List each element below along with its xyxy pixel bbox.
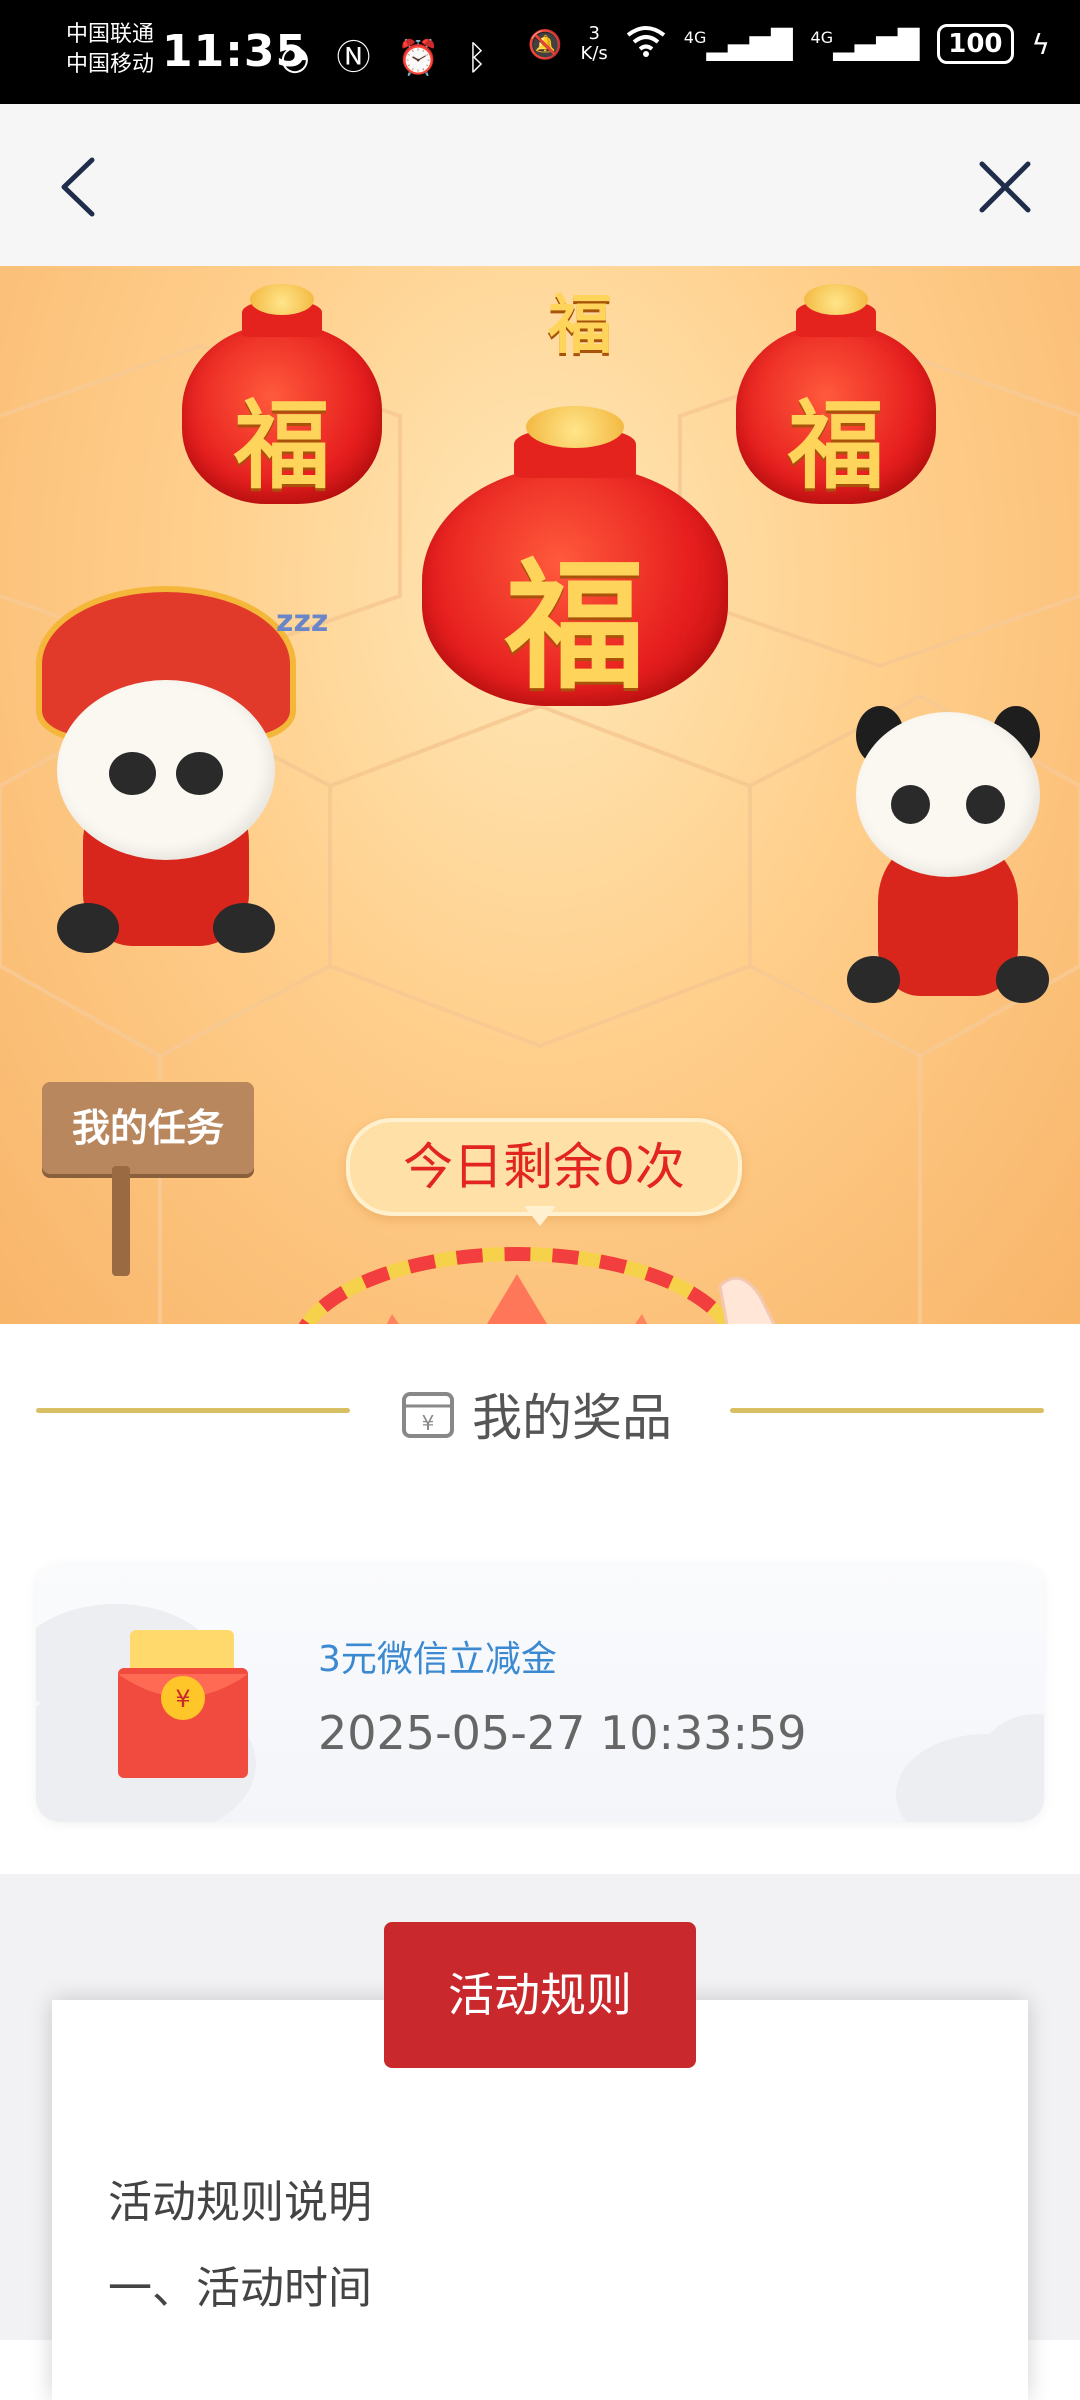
battery-indicator: 100 <box>937 24 1014 64</box>
speedometer-icon: ◔ <box>280 38 318 78</box>
bubble-tail <box>524 1206 556 1226</box>
prize-header: ¥ 我的奖品 <box>0 1378 1080 1447</box>
close-icon <box>979 161 1031 213</box>
carrier-2: 中国移动 <box>66 52 155 77</box>
carrier-1: 中国联通 <box>66 22 155 47</box>
prize-name: 3元微信立减金 <box>318 1639 557 1680</box>
signal-icon-1: 4G▂▄▆█ <box>683 27 793 61</box>
status-bar: 中国联通 中国移动 11:35 ◔ Ⓝ ⏰ ᛒ 🔕 3 K/s 4G▂▄▆█ 4… <box>0 0 1080 104</box>
prize-section: ¥ 我的奖品 ¥ 3元微信立减金 2025-05-27 10:33:59 <box>0 1324 1080 1874</box>
sign-post <box>112 1166 130 1276</box>
ticket-icon: ¥ <box>402 1392 454 1438</box>
sleep-zzz-icon: zzz <box>276 604 329 639</box>
status-icons-right: 🔕 3 K/s 4G▂▄▆█ 4G▂▄▆█ 100 ϟ <box>528 24 1050 64</box>
lucky-bag-top[interactable]: 福 <box>500 266 660 363</box>
bag-label: 福 <box>548 288 612 363</box>
rules-section: 活动规则 活动规则说明 一、活动时间 <box>0 1874 1080 2400</box>
rules-button[interactable]: 活动规则 <box>384 1922 696 2068</box>
pointing-hand-icon <box>718 1276 776 1324</box>
red-packet-icon: ¥ <box>118 1630 248 1778</box>
bag-label: 福 <box>788 389 884 502</box>
remaining-attempts: 今日剩余0次 <box>346 1118 742 1216</box>
rules-heading: 活动规则说明 <box>108 2177 372 2228</box>
panda-right <box>838 666 1058 1003</box>
svg-text:¥: ¥ <box>422 1411 435 1435</box>
prize-title: 我的奖品 <box>472 1389 672 1447</box>
lucky-bag-main[interactable]: 福 <box>422 406 728 709</box>
my-tasks-button[interactable]: 我的任务 <box>42 1082 254 1174</box>
nav-bar <box>0 104 1080 266</box>
charging-icon: ϟ <box>1031 27 1050 61</box>
lucky-bag-left[interactable]: 福 <box>182 284 382 504</box>
divider-right <box>730 1408 1044 1413</box>
bluetooth-icon: ᛒ <box>466 38 495 78</box>
network-speed-unit: K/s <box>580 43 608 64</box>
svg-text:¥: ¥ <box>175 1685 190 1713</box>
lucky-bag-right[interactable]: 福 <box>736 284 936 504</box>
carrier-info: 中国联通 中国移动 <box>66 20 154 80</box>
status-icons-left: ◔ Ⓝ ⏰ ᛒ <box>280 30 495 79</box>
divider-left <box>36 1408 350 1413</box>
prize-card[interactable]: ¥ 3元微信立减金 2025-05-27 10:33:59 <box>36 1564 1044 1822</box>
signal-icon-2: 4G▂▄▆█ <box>810 27 920 61</box>
game-banner: 福 福 福 福 我的任务 zzz 今日剩余0次 <box>0 266 1080 1324</box>
bag-label: 福 <box>504 545 645 709</box>
network-speed-value: 3 <box>588 23 600 44</box>
back-button[interactable] <box>48 152 108 222</box>
wifi-icon <box>626 25 666 64</box>
nfc-icon: Ⓝ <box>336 38 379 78</box>
prize-timestamp: 2025-05-27 10:33:59 <box>318 1706 807 1760</box>
network-speed: 3 K/s <box>581 24 608 64</box>
close-button[interactable] <box>970 152 1040 222</box>
rules-section-title: 一、活动时间 <box>108 2263 372 2314</box>
mute-bell-icon: 🔕 <box>527 27 563 61</box>
panda-left <box>36 586 296 954</box>
hoop-ring[interactable] <box>282 1234 752 1324</box>
alarm-icon: ⏰ <box>397 38 448 78</box>
chevron-left-icon <box>61 157 95 217</box>
bag-label: 福 <box>234 389 330 502</box>
